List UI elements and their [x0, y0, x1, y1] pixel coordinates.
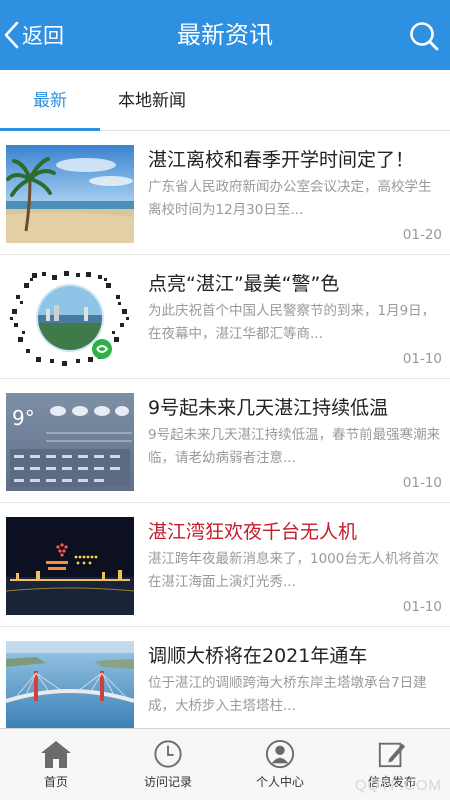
news-summary: 位于湛江的调顺跨海大桥东岸主塔墩承台7日建成，大桥步入主塔塔柱... [148, 675, 427, 714]
edit-icon [378, 742, 406, 768]
news-item[interactable]: 调顺大桥将在2021年通车 位于湛江的调顺跨海大桥东岸主塔墩承台7日建成，大桥步… [0, 627, 450, 728]
news-date: 01-20 [402, 227, 442, 243]
news-summary: 9号起未来几天湛江持续低温，春节前最强寒潮来临，请老幼病弱者注意... [148, 427, 441, 466]
top-bar: 返回 最新资讯 [0, 0, 450, 70]
news-item[interactable]: 湛江离校和春季开学时间定了！ 广东省人民政府新闻办公室会议决定，高校学生离校时间… [0, 131, 450, 255]
news-title: 点亮“湛江”最美“警”色 [148, 273, 340, 295]
watermark: QQTF.COM [354, 777, 442, 794]
nav-home-label: 首页 [43, 775, 68, 789]
search-button[interactable] [408, 20, 440, 52]
tab-local-news[interactable]: 本地新闻 [118, 70, 208, 130]
nav-history[interactable]: 访问记录 [112, 729, 224, 800]
nav-profile[interactable]: 个人中心 [224, 729, 336, 800]
tab-bar: 最新 本地新闻 [0, 70, 450, 131]
news-date: 01-10 [402, 599, 442, 615]
nav-profile-label: 个人中心 [255, 775, 304, 789]
news-item[interactable]: 点亮“湛江”最美“警”色 为此庆祝首个中国人民警察节的到来，1月9日，在夜幕中，… [0, 255, 450, 379]
news-summary: 为此庆祝首个中国人民警察节的到来，1月9日，在夜幕中，湛江华都汇等商... [148, 303, 436, 342]
news-title: 湛江离校和春季开学时间定了！ [148, 149, 415, 171]
news-title: 湛江湾狂欢夜千台无人机 [148, 521, 358, 543]
home-icon [41, 741, 71, 768]
beach-palm-image [6, 145, 134, 243]
news-date: 01-10 [402, 475, 442, 491]
nav-home[interactable]: 首页 [0, 729, 112, 800]
clock-icon [154, 740, 182, 768]
svg-text:9°: 9° [12, 406, 35, 430]
user-icon [265, 739, 295, 769]
news-title: 9号起未来几天湛江持续低温 [148, 397, 389, 419]
weather-forecast-image: 9° [6, 393, 134, 491]
news-item[interactable]: 湛江湾狂欢夜千台无人机 湛江跨年夜最新消息来了，1000台无人机将首次在湛江海面… [0, 503, 450, 627]
news-summary: 广东省人民政府新闻办公室会议决定，高校学生离校时间为12月30日至... [148, 179, 432, 218]
news-title: 调顺大桥将在2021年通车 [148, 645, 368, 667]
bottom-nav: 首页 访问记录 个人中心 信息发布 QQTF.COM [0, 728, 450, 800]
wechat-qr-code-image [6, 269, 134, 367]
news-date: 01-10 [402, 351, 442, 367]
tab-latest[interactable]: 最新 [0, 70, 100, 130]
news-list: 湛江离校和春季开学时间定了！ 广东省人民政府新闻办公室会议决定，高校学生离校时间… [0, 131, 450, 728]
news-item[interactable]: 9° 9号起未来几天湛江持续低温 9号起未来几天湛江持续低温，春节前最强寒潮来临… [0, 379, 450, 503]
news-summary: 湛江跨年夜最新消息来了，1000台无人机将首次在湛江海面上演灯光秀... [148, 551, 439, 590]
page-title: 最新资讯 [177, 21, 273, 49]
search-icon [410, 22, 439, 51]
sea-bridge-image [6, 641, 134, 728]
drone-show-night-image [6, 517, 134, 615]
nav-history-label: 访问记录 [143, 775, 192, 789]
